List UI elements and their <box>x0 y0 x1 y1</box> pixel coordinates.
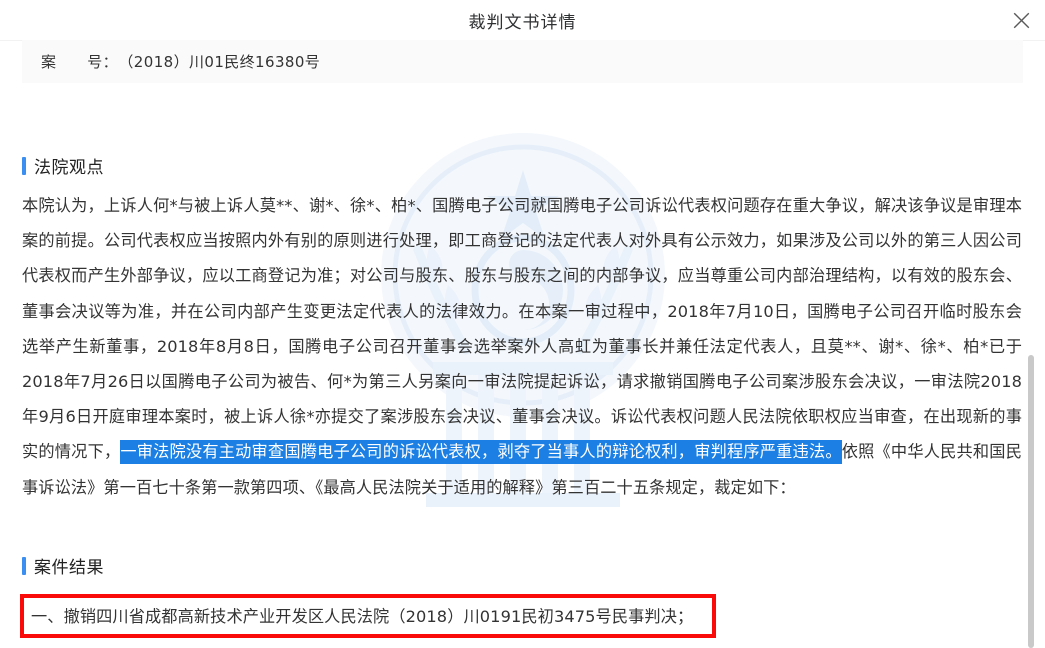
annotation-red-box: 一、撤销四川省成都高新技术产业开发区人民法院（2018）川0191民初3475号… <box>20 594 716 638</box>
opinion-text-before-highlight: 本院认为，上诉人何*与被上诉人莫**、谢*、徐*、柏*、国腾电子公司就国腾电子公… <box>22 196 1022 462</box>
vertical-scrollbar-track[interactable] <box>1028 40 1040 648</box>
section-title-case-result: 案件结果 <box>34 558 104 578</box>
section-accent-bar <box>22 556 26 575</box>
section-header-court-opinion: 法院观点 <box>22 153 104 178</box>
modal-header: 裁判文书详情 <box>0 0 1045 40</box>
section-accent-bar <box>22 156 26 175</box>
case-number-text: 案 号： （2018）川01民终16380号 <box>41 53 321 71</box>
case-number-bar: 案 号： （2018）川01民终16380号 <box>22 40 1023 83</box>
section-title-court-opinion: 法院观点 <box>34 158 104 178</box>
close-icon[interactable] <box>1005 4 1037 36</box>
section-header-case-result: 案件结果 <box>22 553 104 578</box>
highlighted-text[interactable]: 一审法院没有主动审查国腾电子公司的诉讼代表权，剥夺了当事人的辩论权利，审判程序严… <box>120 440 842 465</box>
vertical-scrollbar-thumb[interactable] <box>1028 355 1034 648</box>
court-opinion-paragraph: 本院认为，上诉人何*与被上诉人莫**、谢*、徐*、柏*、国腾电子公司就国腾电子公… <box>22 188 1022 505</box>
page-title: 裁判文书详情 <box>468 12 577 33</box>
case-result-item-1: 一、撤销四川省成都高新技术产业开发区人民法院（2018）川0191民初3475号… <box>31 606 694 626</box>
document-scroll-area[interactable]: 案 号： （2018）川01民终16380号 法院观点 本院认为，上诉人何*与被… <box>0 40 1045 648</box>
